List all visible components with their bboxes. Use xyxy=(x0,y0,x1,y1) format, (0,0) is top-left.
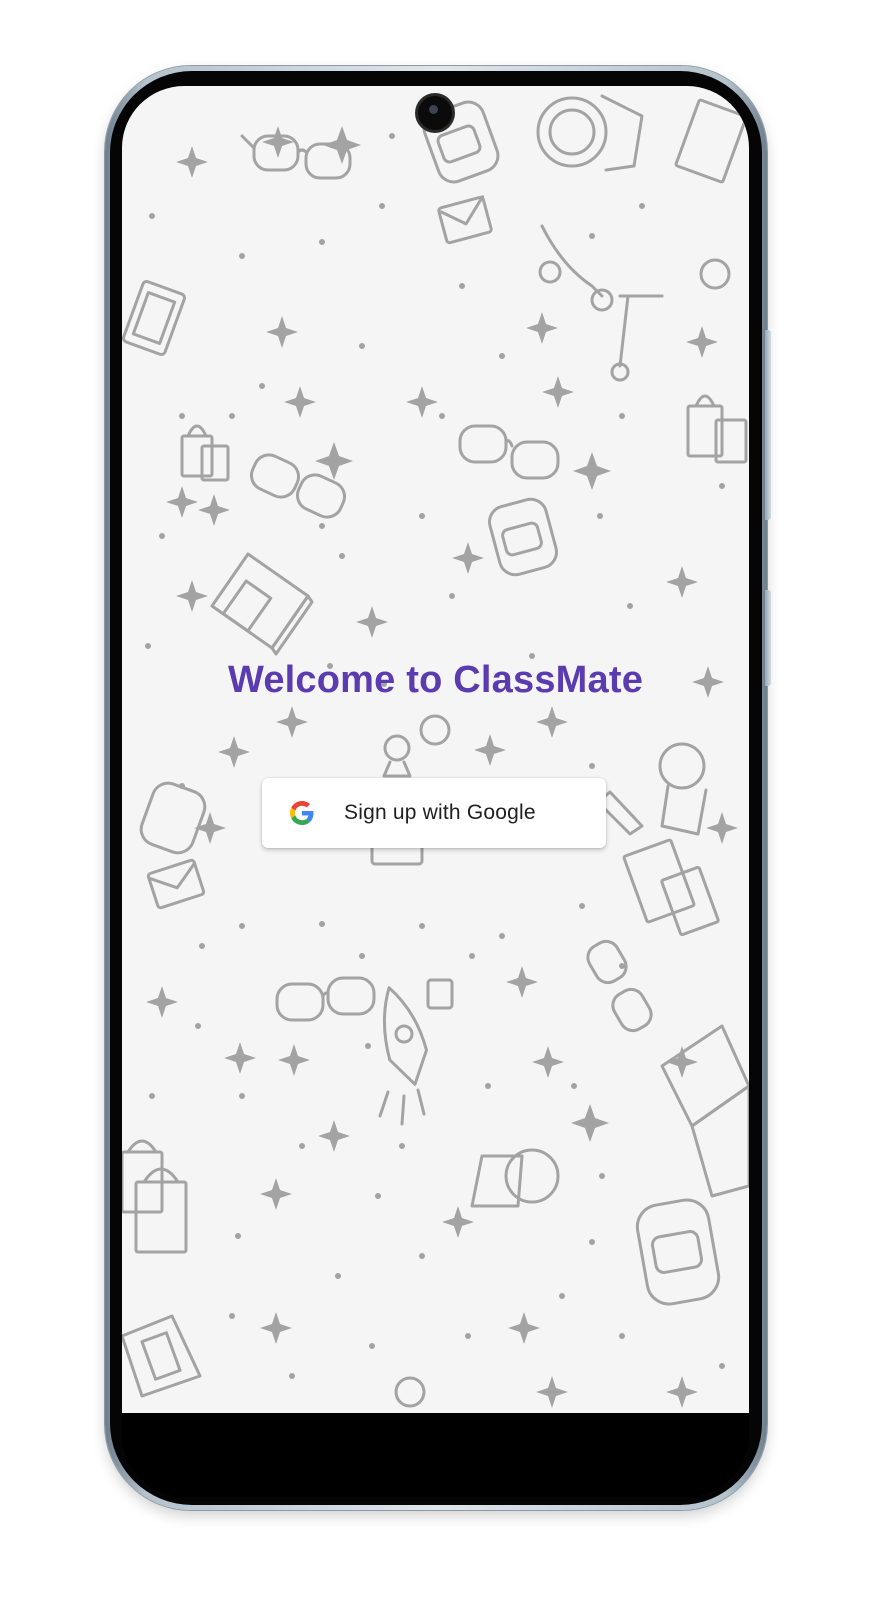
laptop-doodle xyxy=(122,280,186,356)
star-sparkles xyxy=(145,126,738,1408)
shopping-bag-doodle xyxy=(674,98,748,184)
navigation-bar xyxy=(122,1413,749,1497)
welcome-title: Welcome to ClassMate xyxy=(227,659,644,701)
envelope-doodle xyxy=(426,978,454,1010)
phone-volume-button xyxy=(765,590,771,686)
laptop-doodle xyxy=(210,552,314,656)
app-screen xyxy=(122,86,749,1413)
glasses-doodle xyxy=(458,424,560,480)
recycle-doodle xyxy=(394,1376,426,1408)
google-g-icon xyxy=(290,801,314,825)
lamp-doodle xyxy=(382,734,412,778)
scooter-doodle xyxy=(610,294,664,382)
front-camera xyxy=(418,96,452,130)
astronaut-doodle xyxy=(658,742,708,836)
phone-power-button xyxy=(765,330,771,520)
laptop-doodle xyxy=(122,1314,202,1398)
backpack-doodle xyxy=(139,781,207,855)
shopping-bag-doodle xyxy=(686,394,748,464)
envelope-doodle xyxy=(437,195,493,245)
sign-up-with-google-button[interactable]: Sign up with Google xyxy=(262,778,606,848)
shopping-bag-doodle xyxy=(180,424,230,482)
doodle-background-pattern xyxy=(122,94,749,1408)
google-button-label: Sign up with Google xyxy=(344,801,536,824)
glasses-doodle xyxy=(586,939,653,1033)
envelope-doodle xyxy=(146,858,206,910)
astronaut-doodle xyxy=(536,94,644,172)
backpack-doodle xyxy=(488,497,558,577)
page: Welcome to ClassMate Sign up with Google xyxy=(0,0,888,1600)
laptop-doodle xyxy=(660,1024,749,1198)
backpack-doodle xyxy=(635,1198,721,1306)
scooter-doodle xyxy=(538,224,614,312)
recycle-doodle xyxy=(419,714,451,746)
shopping-bag-doodle xyxy=(622,838,720,937)
rocket-doodle xyxy=(378,986,428,1126)
glasses-doodle xyxy=(275,976,376,1022)
astronaut-doodle xyxy=(470,1148,560,1208)
recycle-doodle xyxy=(699,258,731,290)
shopping-bag-doodle xyxy=(122,1139,188,1254)
